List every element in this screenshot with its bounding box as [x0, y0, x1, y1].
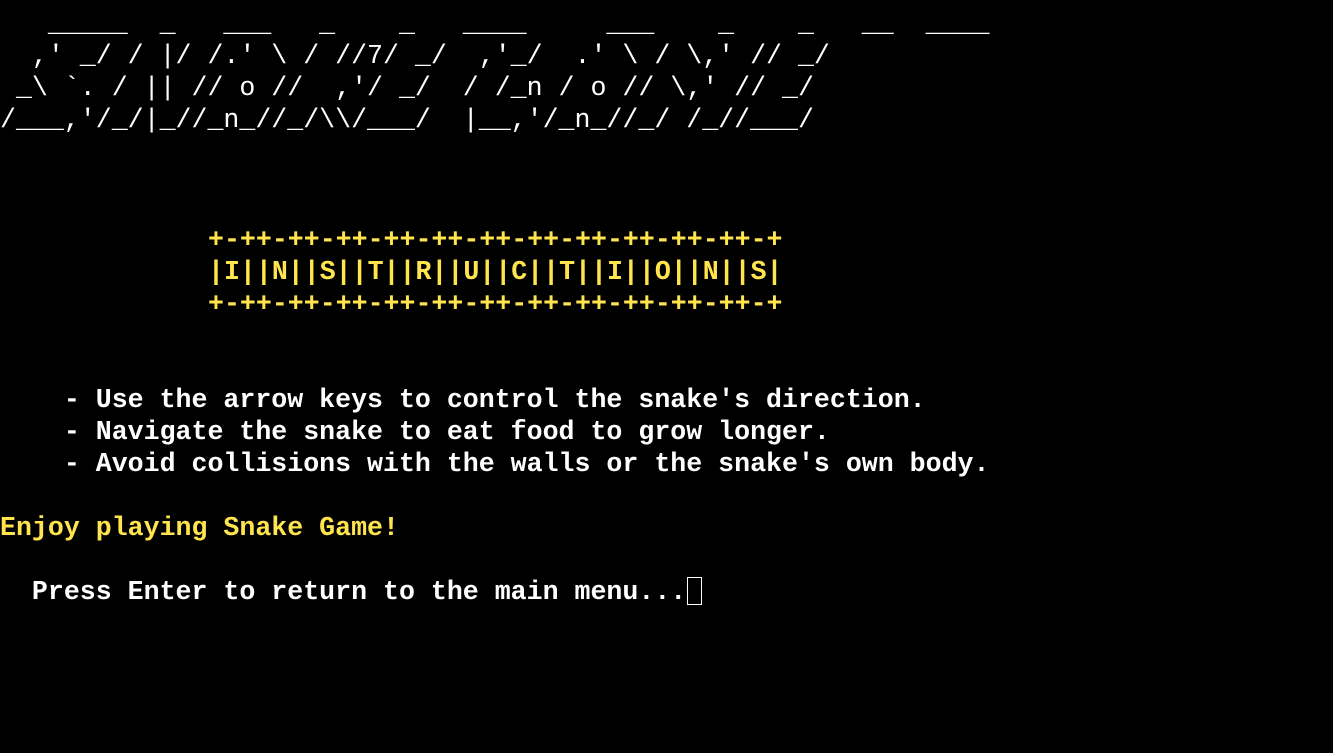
instructions-header-bottom-border: +-++-++-++-++-++-++-++-++-++-++-++-+	[208, 289, 783, 319]
return-prompt-line[interactable]: Press Enter to return to the main menu..…	[0, 576, 703, 608]
instruction-item: - Use the arrow keys to control the snak…	[0, 385, 926, 415]
banner-line-1: _____ _ ___ _ _ ____ ___ _ _ __ ____	[0, 9, 990, 39]
enjoy-message: Enjoy playing Snake Game!	[0, 513, 399, 543]
instructions-header-top-border: +-++-++-++-++-++-++-++-++-++-++-++-+	[208, 225, 783, 255]
return-prompt-text: Press Enter to return to the main menu..…	[0, 577, 687, 607]
instruction-item: - Navigate the snake to eat food to grow…	[0, 417, 830, 447]
instructions-header-title: |I||N||S||T||R||U||C||T||I||O||N||S|	[208, 257, 783, 287]
instruction-item: - Avoid collisions with the walls or the…	[0, 449, 990, 479]
terminal-window[interactable]: _____ _ ___ _ _ ____ ___ _ _ __ ____ ,' …	[0, 0, 1333, 753]
banner-line-3: _\ `. / || // o // ,'/ _/ / /_n / o // \…	[0, 73, 814, 103]
text-cursor[interactable]	[687, 577, 703, 605]
banner-line-2: ,' _/ / |/ /.' \ / //7/ _/ ,'_/ .' \ / \…	[0, 41, 830, 71]
banner-line-4: /___,'/_/|_//_n_//_/\\/___/ |__,'/_n_//_…	[0, 105, 814, 135]
